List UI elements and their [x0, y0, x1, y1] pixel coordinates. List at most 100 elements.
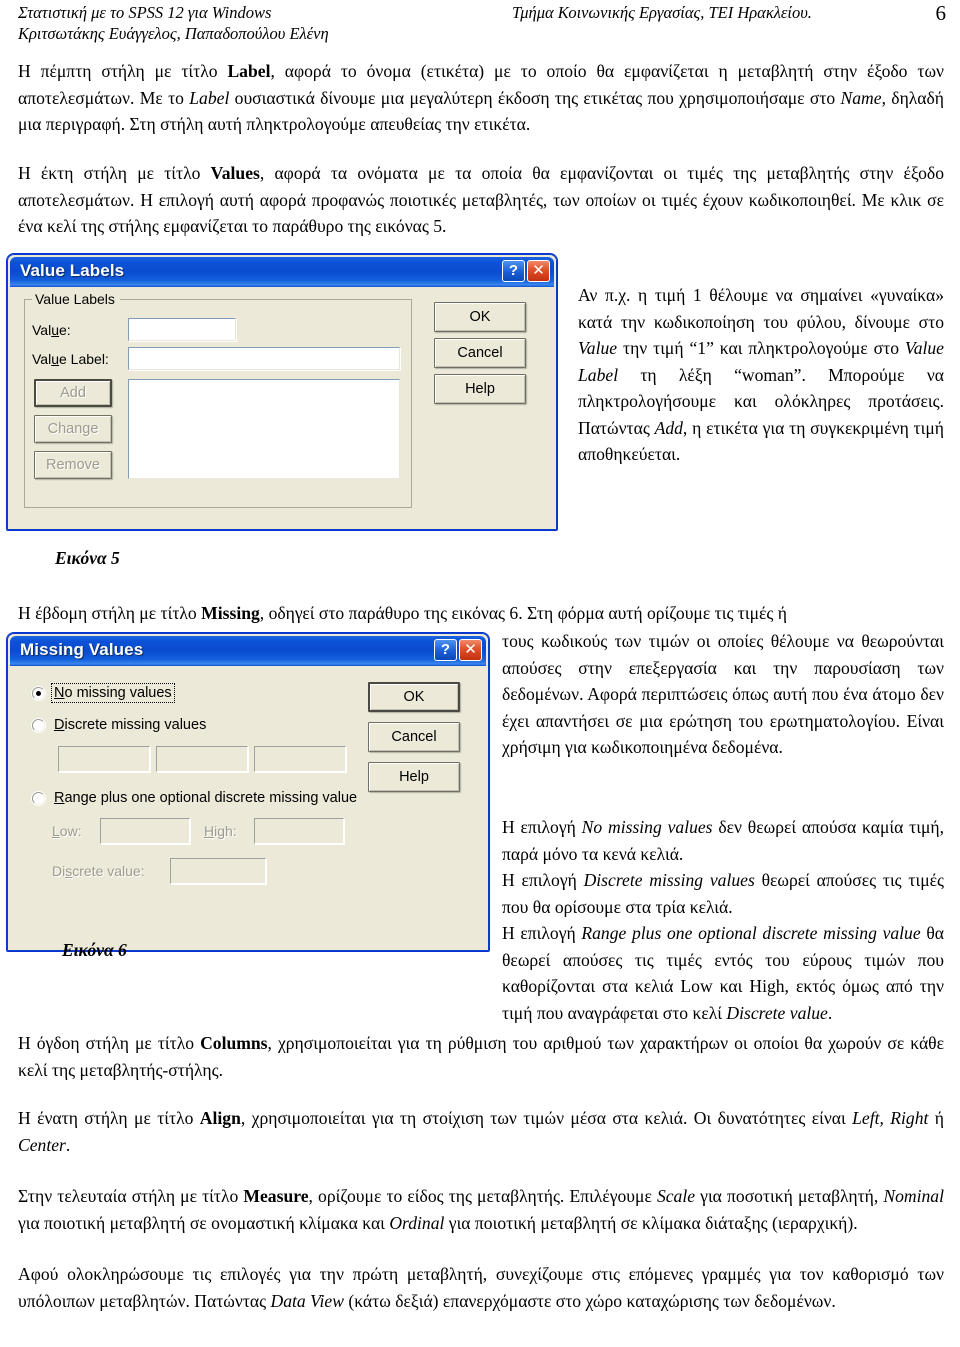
help-button-label: Help [465, 381, 495, 397]
para-align-bold: Align [199, 1108, 241, 1128]
para-label-it2: Name [840, 87, 882, 108]
remove-button[interactable]: Remove [34, 451, 112, 479]
help-button[interactable]: Help [434, 374, 526, 404]
para-align-it2: Center [18, 1134, 66, 1155]
side-missing-4c: . [827, 1002, 833, 1023]
paragraph-missing: Η έβδομη στήλη με τίτλο Missing, οδηγεί … [18, 600, 944, 627]
radio-no-missing-values-icon[interactable] [32, 686, 45, 700]
side-values-it1: Value [578, 338, 618, 358]
radio-discrete-missing-values-icon[interactable] [32, 718, 45, 732]
ok-button[interactable]: OK [434, 302, 526, 332]
para-label-it1: Label [189, 87, 230, 108]
help-icon[interactable]: ? [434, 639, 457, 661]
para-final-t2: (κάτω δεξιά) επανερχόμαστε στο χώρο κατα… [343, 1290, 836, 1311]
discrete-field-2[interactable] [156, 746, 248, 772]
value-label-input[interactable] [128, 347, 400, 370]
para-measure-bold: Measure [243, 1186, 309, 1206]
sidetext-missing-3: Η επιλογή Discrete missing values θεωρεί… [502, 867, 944, 920]
ok-button-label: OK [403, 689, 425, 705]
missing-values-titlebar[interactable]: Missing Values ? ✕ [10, 636, 486, 666]
para-align-t4: . [65, 1134, 71, 1155]
paragraph-label: Η πέμπτη στήλη με τίτλο Label, αφορά το … [18, 58, 944, 138]
figure-6-caption: Εικόνα 6 [62, 940, 127, 960]
radio-range-plus-discrete-icon[interactable] [32, 791, 45, 805]
para-measure-it3: Ordinal [389, 1212, 445, 1233]
help-button-label: Help [399, 769, 429, 785]
para-measure-t3: για ποσοτική μεταβλητή, [695, 1186, 884, 1206]
side-values-t1: Αν π.χ. η τιμή 1 θέλουμε να σημαίνει «γυ… [578, 285, 944, 332]
paragraph-values: Η έκτη στήλη με τίτλο Values, αφορά τα ο… [18, 160, 944, 240]
para-missing-t1: Η έβδομη στήλη με τίτλο [18, 603, 202, 623]
side-missing-3a: Η επιλογή [502, 870, 584, 890]
radio-no-missing-values[interactable]: No missing values [32, 683, 175, 703]
radio-range-plus-discrete[interactable]: Range plus one optional discrete missing… [32, 789, 359, 807]
para-label-bold: Label [227, 61, 271, 81]
para-measure-t4: για ποιοτική μεταβλητή σε ονομαστική κλί… [18, 1212, 390, 1233]
radio-discrete-missing-values[interactable]: Discrete missing values [32, 716, 208, 734]
cancel-button[interactable]: Cancel [368, 722, 460, 752]
para-align-t1: Η ένατη στήλη με τίτλο [18, 1108, 200, 1128]
value-labels-titlebar[interactable]: Value Labels ? ✕ [10, 257, 554, 287]
help-button[interactable]: Help [368, 762, 460, 792]
side-missing-t1: τους κωδικούς των τιμών οι οποίες θέλουμ… [502, 631, 944, 757]
side-values-it3: Add [654, 417, 683, 438]
sidetext-missing-4: Η επιλογή Range plus one optional discre… [502, 920, 944, 1026]
side-missing-2a: Η επιλογή [502, 817, 582, 837]
change-button-label: Change [47, 421, 99, 437]
radio-range-plus-discrete-label: Range plus one optional discrete missing… [54, 790, 358, 806]
side-missing-4it: Range plus one optional discrete missing… [581, 923, 921, 943]
para-values-t1: Η έκτη στήλη με τίτλο [18, 163, 211, 183]
sidetext-missing-1: τους κωδικούς των τιμών οι οποίες θέλουμ… [502, 628, 944, 761]
discrete-value-field-label: Discrete value: [52, 863, 145, 879]
missing-values-title: Missing Values [20, 640, 144, 659]
para-align-t2: , χρησιμοποιείται για τη στοίχιση των τι… [240, 1108, 853, 1128]
cancel-button-label: Cancel [457, 345, 503, 361]
add-button[interactable]: Add [34, 379, 112, 407]
remove-button-label: Remove [46, 457, 100, 473]
close-icon[interactable]: ✕ [459, 639, 482, 661]
side-missing-4it2: Discrete value [726, 1002, 828, 1023]
ok-button[interactable]: OK [368, 682, 460, 712]
paragraph-measure: Στην τελευταία στήλη με τίτλο Measure, ο… [18, 1183, 944, 1236]
value-label-field-label: Value Label: [32, 351, 109, 367]
low-field-label: Low: [52, 823, 82, 839]
radio-discrete-missing-values-label: Discrete missing values [54, 717, 207, 733]
high-input[interactable] [254, 818, 344, 844]
value-field-label: Value: [32, 322, 71, 338]
missing-values-dialog[interactable]: Missing Values ? ✕ No missing values Dis… [6, 632, 490, 952]
cancel-button-label: Cancel [391, 729, 437, 745]
value-input[interactable] [128, 318, 236, 341]
figure-5-caption: Εικόνα 5 [55, 548, 120, 568]
header-department: Τμήμα Κοινωνικής Εργασίας, ΤΕΙ Ηρακλείου… [512, 3, 812, 22]
para-values-bold: Values [210, 163, 260, 183]
side-values-t2: την τιμή “1” και πληκτρολογούμε στο [617, 338, 905, 358]
paragraph-final: Αφού ολοκληρώσουμε τις επιλογές για την … [18, 1261, 944, 1314]
para-columns-bold: Columns [200, 1033, 268, 1053]
side-missing-2it: No missing values [581, 817, 713, 837]
discrete-field-1[interactable] [58, 746, 150, 772]
para-label-t1: Η πέμπτη στήλη με τίτλο [18, 61, 228, 81]
help-icon[interactable]: ? [502, 260, 525, 282]
missing-values-client-area: No missing values Discrete missing value… [10, 666, 486, 946]
header-book-title: Στατιστική με το SPSS 12 για Windows [18, 3, 272, 22]
para-measure-it2: Nominal [883, 1186, 944, 1206]
value-labels-dialog[interactable]: Value Labels ? ✕ Value Labels Value: Val… [6, 253, 558, 531]
para-align-t3: ή [928, 1108, 944, 1128]
value-labels-listbox[interactable] [128, 379, 400, 479]
discrete-field-3[interactable] [254, 746, 346, 772]
para-measure-t1: Στην τελευταία στήλη με τίτλο [18, 1186, 244, 1206]
add-button-label: Add [60, 385, 86, 401]
value-labels-group-legend: Value Labels [32, 291, 118, 307]
cancel-button[interactable]: Cancel [434, 338, 526, 368]
value-labels-titlebar-buttons: ? ✕ [502, 260, 550, 282]
sidetext-missing-2: Η επιλογή No missing values δεν θεωρεί α… [502, 814, 944, 867]
para-missing-t2: , οδηγεί στο παράθυρο της εικόνας 6. Στη… [259, 603, 787, 623]
value-labels-title: Value Labels [20, 261, 125, 280]
change-button[interactable]: Change [34, 415, 112, 443]
discrete-value-input[interactable] [170, 858, 266, 884]
low-input[interactable] [100, 818, 190, 844]
header-left-block: Στατιστική με το SPSS 12 για Windows Κρι… [18, 2, 329, 44]
ok-button-label: OK [469, 309, 491, 325]
para-align-it1: Left, Right [852, 1108, 929, 1128]
close-icon[interactable]: ✕ [527, 260, 550, 282]
